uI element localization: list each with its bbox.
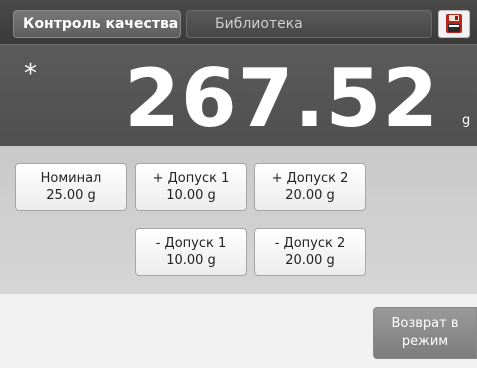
minus-tolerance-2-button[interactable]: - Допуск 2 20.00 g (254, 228, 366, 276)
minus-tolerance-2-label: - Допуск 2 (274, 236, 346, 251)
weight-value: 267.52 (124, 52, 439, 145)
plus-tolerance-2-label: + Допуск 2 (271, 171, 349, 186)
save-button[interactable] (438, 10, 470, 38)
parameter-panel: Номинал 25.00 g + Допуск 1 10.00 g + Доп… (0, 146, 477, 294)
plus-tolerance-2-button[interactable]: + Допуск 2 20.00 g (254, 163, 366, 211)
top-bar: Контроль качества Библиотека (0, 0, 477, 44)
minus-tolerance-1-label: - Допуск 1 (155, 236, 227, 251)
minus-tolerance-1-value: 10.00 g (166, 253, 216, 268)
return-label-line1: Возврат в (391, 316, 459, 331)
stability-indicator: * (24, 59, 37, 89)
plus-tolerance-1-label: + Допуск 1 (152, 171, 230, 186)
mode-tab-quality-control[interactable]: Контроль качества (13, 10, 181, 38)
minus-tolerance-2-value: 20.00 g (285, 253, 335, 268)
bottom-bar: Возврат в режим (0, 294, 477, 368)
nominal-value: 25.00 g (46, 188, 96, 203)
return-to-mode-button[interactable]: Возврат в режим (373, 307, 477, 359)
nominal-button[interactable]: Номинал 25.00 g (15, 163, 127, 211)
return-label-line2: режим (401, 334, 449, 349)
nominal-label: Номинал (40, 171, 102, 186)
plus-tolerance-1-value: 10.00 g (166, 188, 216, 203)
plus-tolerance-2-value: 20.00 g (285, 188, 335, 203)
minus-tolerance-1-button[interactable]: - Допуск 1 10.00 g (135, 228, 247, 276)
weight-unit[interactable]: g (462, 113, 470, 128)
floppy-disk-icon (446, 14, 462, 33)
weight-display: * 267.52 g (0, 44, 477, 146)
library-tab[interactable]: Библиотека (186, 10, 432, 38)
plus-tolerance-1-button[interactable]: + Допуск 1 10.00 g (135, 163, 247, 211)
